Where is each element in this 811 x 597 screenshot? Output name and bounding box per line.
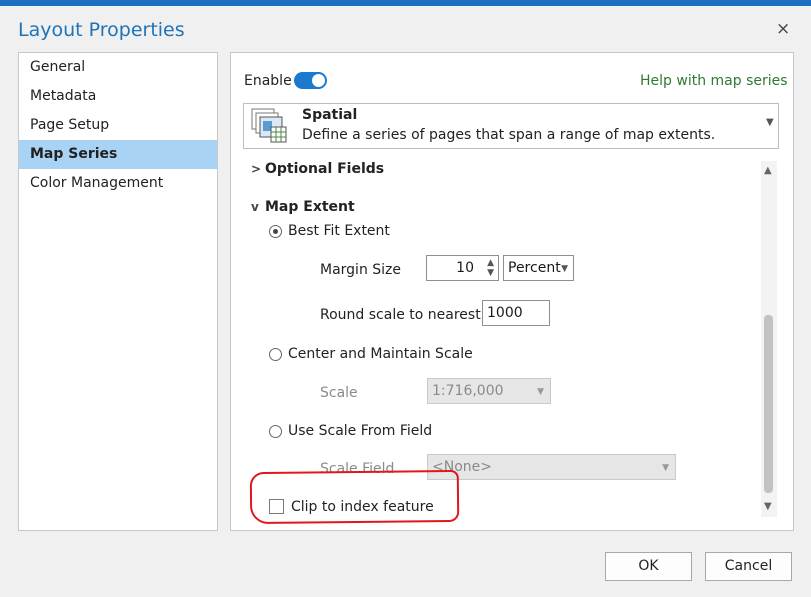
series-type-description: Define a series of pages that span a ran… [302,127,716,143]
chevron-down-icon: ▼ [561,264,568,274]
scale-from-field-label: Use Scale From Field [288,423,433,439]
optional-fields-label: Optional Fields [265,161,385,177]
center-maintain-label: Center and Maintain Scale [288,346,473,362]
series-type-title: Spatial [302,107,358,123]
map-extent-label: Map Extent [265,199,355,215]
close-icon[interactable]: × [776,19,790,39]
chevron-right-icon: > [251,162,262,176]
chevron-down-icon: ▼ [662,463,669,473]
sidebar-item-page-setup[interactable]: Page Setup [19,111,217,140]
sidebar: General Metadata Page Setup Map Series C… [18,52,218,531]
red-annotation-circle [249,469,460,525]
center-maintain-radio[interactable] [269,348,282,361]
scale-from-field-radio[interactable] [269,425,282,438]
margin-size-value: 10 [456,260,474,276]
chevron-down-icon[interactable]: ▼ [766,117,774,128]
cancel-button[interactable]: Cancel [705,552,792,581]
round-scale-value: 1000 [487,305,523,321]
margin-size-label: Margin Size [320,262,402,278]
scale-select[interactable]: 1:716,000 ▼ [427,378,551,404]
scale-field-select[interactable]: <None> ▼ [427,454,676,480]
round-scale-input[interactable]: 1000 [482,300,550,326]
series-type-dropdown[interactable]: Spatial Define a series of pages that sp… [243,103,779,149]
sidebar-item-map-series[interactable]: Map Series [19,140,217,169]
spatial-series-icon [251,108,287,143]
stepper-up-icon[interactable]: ▲ [487,258,494,268]
sidebar-item-metadata[interactable]: Metadata [19,82,217,111]
scale-value: 1:716,000 [432,383,504,399]
help-link[interactable]: Help with map series [640,73,788,89]
dialog-title: Layout Properties [18,19,185,41]
scrollbar-thumb[interactable] [764,315,773,493]
enable-label: Enable [244,73,292,89]
optional-fields-expander[interactable]: > Optional Fields [251,161,384,177]
map-extent-expander[interactable]: v Map Extent [251,199,355,215]
panel-scrollbar[interactable]: ▲ ▼ [761,161,777,517]
margin-unit-select[interactable]: Percent ▼ [503,255,574,281]
ok-button[interactable]: OK [605,552,692,581]
sidebar-item-general[interactable]: General [19,53,217,82]
enable-toggle[interactable] [294,72,327,89]
best-fit-radio[interactable] [269,225,282,238]
scale-label: Scale [320,385,358,401]
margin-size-stepper[interactable]: 10 ▲ ▼ [426,255,499,281]
scroll-up-icon[interactable]: ▲ [764,165,772,176]
chevron-down-icon: ▼ [537,387,544,397]
best-fit-label: Best Fit Extent [288,223,390,239]
scroll-down-icon[interactable]: ▼ [764,501,772,512]
toggle-knob [312,74,325,87]
stepper-down-icon[interactable]: ▼ [487,268,494,278]
chevron-down-icon: v [251,200,259,214]
margin-unit-value: Percent [508,260,561,276]
sidebar-item-color-management[interactable]: Color Management [19,169,217,198]
round-scale-label: Round scale to nearest [320,307,481,323]
map-series-panel: Enable Help with map series Spatial Defi… [230,52,794,531]
